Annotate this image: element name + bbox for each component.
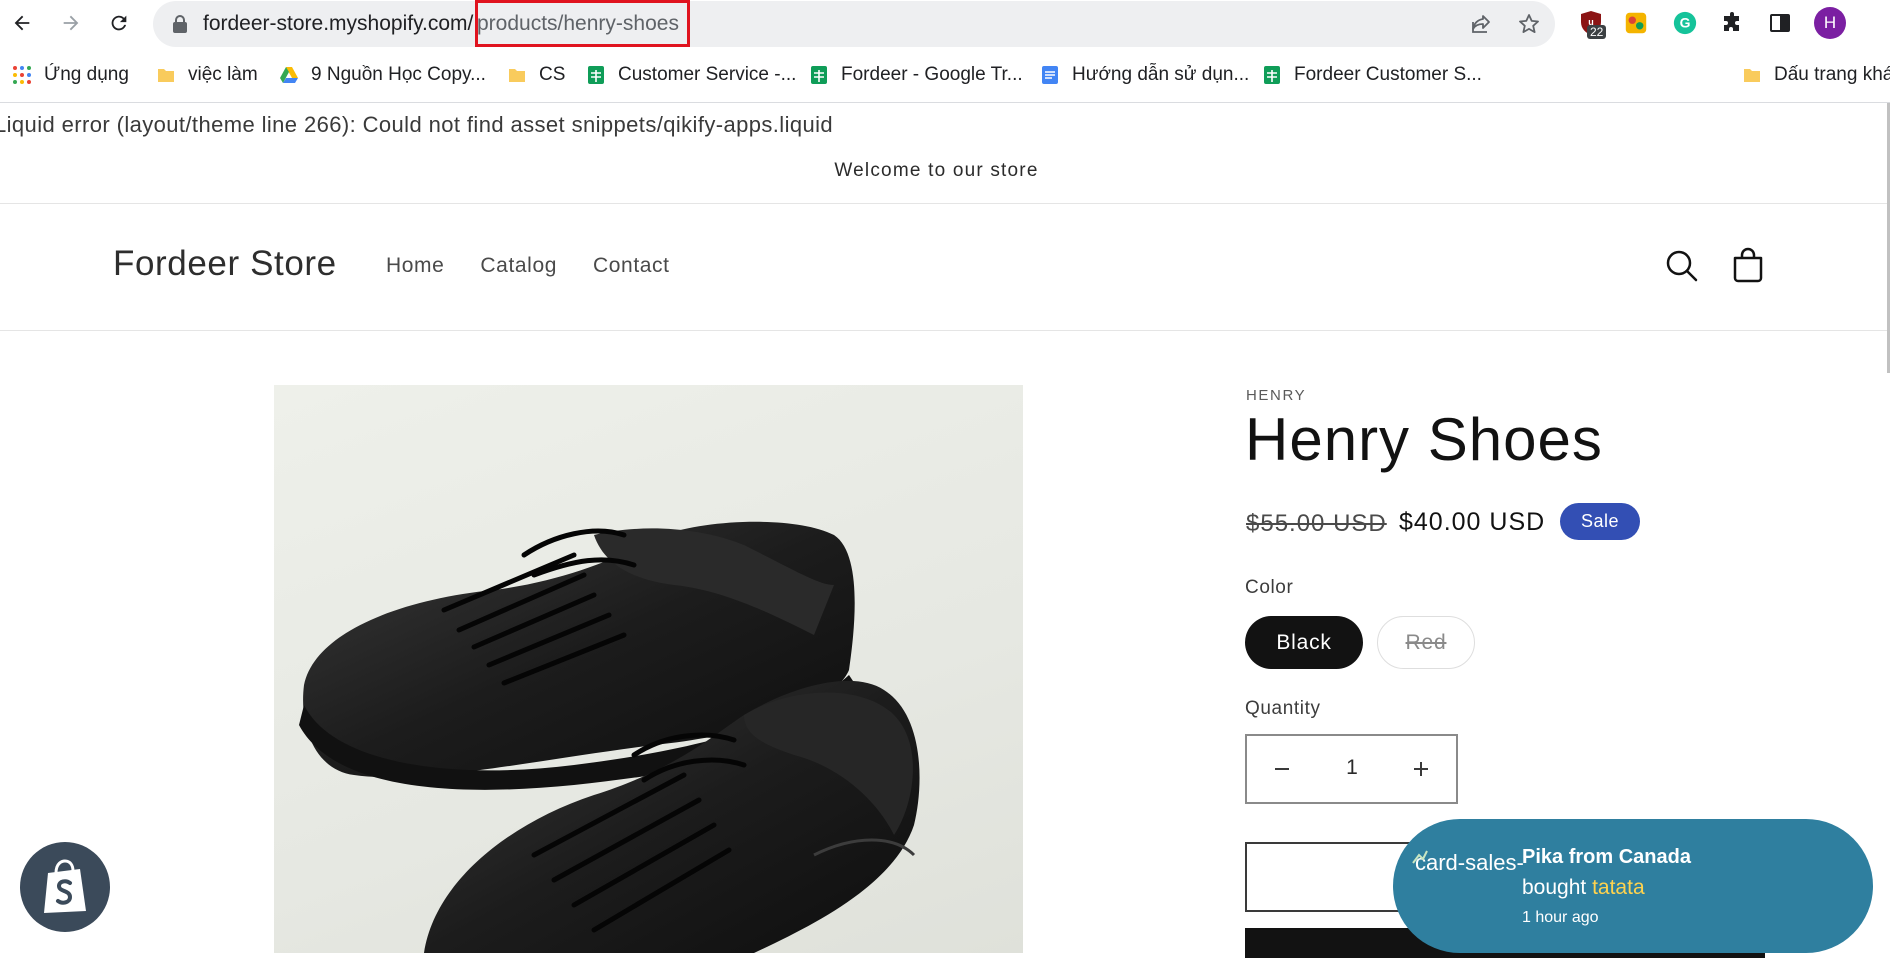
apps-grid-icon: [13, 66, 31, 84]
google-docs-icon: [1042, 66, 1058, 84]
bookmark-apps[interactable]: Ứng dụng: [12, 61, 129, 89]
side-panel-icon: [1770, 14, 1790, 32]
lock-icon: [173, 15, 187, 33]
google-drive-icon: [280, 67, 298, 83]
address-bar[interactable]: fordeer-store.myshopify.com/ products/he…: [153, 1, 1555, 47]
arrow-right-icon: [63, 15, 79, 31]
back-button[interactable]: [6, 7, 38, 39]
folder-icon: [158, 69, 174, 82]
color-label: Color: [1245, 577, 1294, 598]
reload-button[interactable]: [103, 7, 135, 39]
broken-image-icon: [1412, 850, 1428, 864]
extension-grammarly[interactable]: G: [1671, 9, 1699, 37]
sale-badge: Sale: [1560, 503, 1640, 540]
cart-icon[interactable]: [1728, 246, 1768, 286]
header-divider: [0, 330, 1887, 331]
reload-icon: [111, 15, 127, 31]
sales-pop-time: 1 hour ago: [1522, 909, 1599, 926]
bookmark-huong-dan[interactable]: Hướng dẫn sử dụn...: [1040, 61, 1249, 89]
profile-avatar[interactable]: H: [1814, 7, 1846, 39]
quantity-decrease-button[interactable]: [1247, 736, 1317, 802]
bookmark-label: Ứng dụng: [44, 64, 129, 85]
sales-pop-action: bought: [1522, 876, 1587, 899]
shopify-bag-icon: [44, 859, 86, 913]
url-host: fordeer-store.myshopify.com/: [203, 12, 474, 35]
profile-initial: H: [1823, 13, 1837, 32]
sneaker-illustration: [299, 521, 920, 953]
bookmark-label: việc làm: [188, 64, 258, 85]
liquid-error-message: Liquid error (layout/theme line 266): Co…: [0, 112, 834, 137]
quantity-label: Quantity: [1245, 698, 1321, 719]
quantity-increase-button[interactable]: [1386, 736, 1456, 802]
grammarly-icon: G: [1673, 11, 1697, 35]
bookmark-label: 9 Nguồn Học Copy...: [311, 64, 486, 85]
extension-ublock[interactable]: u 22: [1577, 9, 1607, 39]
bookmark-fordeer-customer[interactable]: Fordeer Customer S...: [1262, 61, 1482, 89]
share-icon[interactable]: [1469, 12, 1493, 36]
google-sheets-icon: [588, 66, 604, 84]
minus-icon: [1275, 768, 1289, 770]
nav-catalog[interactable]: Catalog: [480, 254, 557, 278]
folder-icon: [1744, 69, 1760, 82]
broken-image-placeholder: card-sales-: [1412, 841, 1525, 884]
arrow-left-icon: [14, 15, 30, 31]
main-nav: Home Catalog Contact: [386, 254, 670, 278]
sale-price: $40.00 USD: [1399, 508, 1546, 536]
bookmark-label: Hướng dẫn sử dụn...: [1072, 64, 1250, 85]
bookmark-customer-service[interactable]: Customer Service -...: [586, 61, 796, 89]
store-logo[interactable]: Fordeer Store: [113, 244, 337, 284]
bookmark-label: CS: [539, 64, 566, 85]
plus-icon: [1414, 762, 1428, 776]
extensions-button[interactable]: [1719, 9, 1747, 37]
bookmark-label: Fordeer Customer S...: [1294, 64, 1482, 85]
palette-icon: [1625, 12, 1647, 34]
bookmark-folder-cs[interactable]: CS: [507, 61, 565, 89]
svg-text:G: G: [1680, 15, 1691, 31]
bookmark-star-icon[interactable]: [1517, 12, 1541, 36]
extension-colorful[interactable]: [1622, 9, 1650, 37]
sales-pop-action-line: bought tatata: [1522, 876, 1645, 900]
side-panel-button[interactable]: [1766, 9, 1794, 37]
extension-badge: 22: [1587, 25, 1607, 39]
broken-image-alt: card-sales-: [1415, 850, 1524, 875]
announcement-divider: [0, 203, 1887, 204]
other-bookmarks[interactable]: Dấu trang khác: [1742, 61, 1890, 89]
bookmark-drive[interactable]: 9 Nguồn Học Copy...: [279, 61, 486, 89]
bookmark-folder-viec-lam[interactable]: việc làm: [156, 61, 258, 89]
announcement-bar: Welcome to our store: [834, 160, 1039, 181]
color-option-red[interactable]: Red: [1377, 616, 1475, 669]
bookmark-label: Customer Service -...: [618, 64, 797, 85]
nav-contact[interactable]: Contact: [593, 254, 670, 278]
search-icon[interactable]: [1662, 246, 1702, 286]
shopify-chat-button[interactable]: [20, 842, 110, 932]
bookmark-fordeer-google-tr[interactable]: Fordeer - Google Tr...: [809, 61, 1023, 89]
sales-pop-notification[interactable]: card-sales- Pika from Canada bought tata…: [1393, 819, 1873, 953]
bookmarks-bar: Ứng dụng việc làm 9 Nguồn Học Copy... CS…: [0, 57, 1890, 93]
folder-icon: [509, 69, 525, 82]
quantity-input[interactable]: 1: [1317, 756, 1387, 780]
chrome-divider: [0, 102, 1890, 103]
compare-at-price: $55.00 USD: [1246, 510, 1387, 537]
puzzle-icon: [1724, 12, 1739, 31]
url-highlight-box: [475, 0, 690, 47]
browser-toolbar: fordeer-store.myshopify.com/ products/he…: [0, 0, 1890, 47]
product-vendor: HENRY: [1246, 387, 1307, 404]
product-title: Henry Shoes: [1245, 406, 1603, 473]
nav-home[interactable]: Home: [386, 254, 444, 278]
color-option-black[interactable]: Black: [1245, 616, 1363, 669]
google-sheets-icon: [1264, 66, 1280, 84]
bookmark-label: Fordeer - Google Tr...: [841, 64, 1023, 85]
quantity-stepper: 1: [1245, 734, 1458, 804]
other-bookmarks-label: Dấu trang khác: [1774, 64, 1890, 85]
sales-pop-customer: Pika from Canada: [1522, 846, 1691, 868]
forward-button[interactable]: [55, 7, 87, 39]
google-sheets-icon: [811, 66, 827, 84]
product-image[interactable]: [274, 385, 1023, 953]
sales-pop-product[interactable]: tatata: [1592, 876, 1645, 899]
